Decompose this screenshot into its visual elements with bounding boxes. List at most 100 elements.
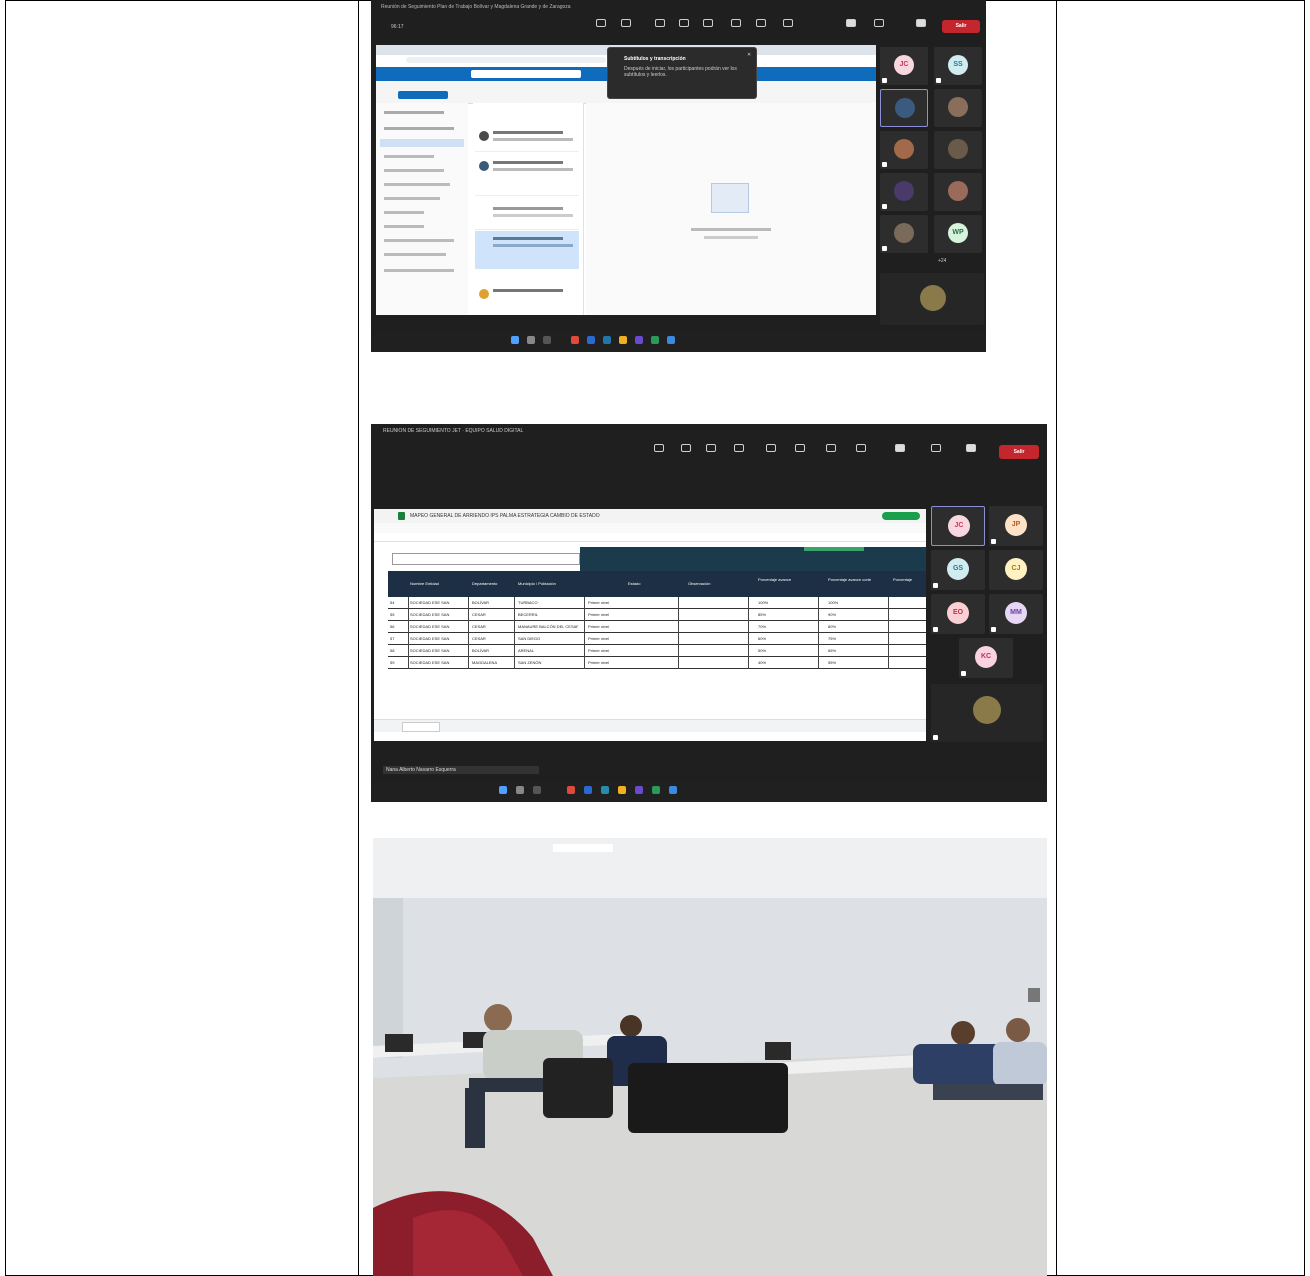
- table-row[interactable]: 55 SOCIEDAD ESE SAN CESAR BECERRIL Primer ni…: [388, 609, 926, 621]
- participant-tile[interactable]: [880, 215, 928, 253]
- table-cell[interactable]: CESAR: [472, 636, 510, 641]
- app-icon[interactable]: [635, 786, 643, 794]
- participant-tile[interactable]: [934, 131, 982, 169]
- table-cell[interactable]: ARENAL: [518, 648, 578, 653]
- view-button[interactable]: [766, 444, 776, 452]
- table-cell[interactable]: 59: [390, 660, 406, 665]
- column-header[interactable]: Departamento: [472, 581, 510, 586]
- column-header[interactable]: Porcentaje avance corte: [828, 577, 883, 582]
- table-cell[interactable]: 58: [390, 648, 406, 653]
- table-cell[interactable]: Primer nivel: [588, 660, 628, 665]
- table-cell[interactable]: BOLÍVAR: [472, 648, 510, 653]
- camera-button[interactable]: [895, 444, 905, 452]
- table-cell[interactable]: 65%: [828, 648, 883, 653]
- table-cell[interactable]: Primer nivel: [588, 600, 628, 605]
- list-item[interactable]: [475, 201, 579, 230]
- table-cell[interactable]: SAN ZENÓN: [518, 660, 578, 665]
- table-cell[interactable]: MAGDALENA: [472, 660, 510, 665]
- apps-button[interactable]: [756, 19, 766, 27]
- search-icon[interactable]: [516, 786, 524, 794]
- table-cell[interactable]: 100%: [828, 600, 883, 605]
- start-icon[interactable]: [511, 336, 519, 344]
- search-icon[interactable]: [527, 336, 535, 344]
- table-row[interactable]: 57 SOCIEDAD ESE SAN CESAR SAN DIEGO Primer n…: [388, 633, 926, 645]
- app-icon[interactable]: [567, 786, 575, 794]
- app-icon[interactable]: [669, 786, 677, 794]
- table-cell[interactable]: 50%: [758, 648, 813, 653]
- app-icon[interactable]: [635, 336, 643, 344]
- table-cell[interactable]: SOCIEDAD ESE SAN: [410, 660, 466, 665]
- app-icon[interactable]: [571, 336, 579, 344]
- raise-hand-button[interactable]: [655, 19, 665, 27]
- participant-tile[interactable]: JP: [989, 506, 1043, 546]
- app-icon[interactable]: [584, 786, 592, 794]
- table-cell[interactable]: BOLÍVAR: [472, 600, 510, 605]
- view-button[interactable]: [703, 19, 713, 27]
- start-icon[interactable]: [499, 786, 507, 794]
- app-icon[interactable]: [603, 336, 611, 344]
- table-cell[interactable]: SOCIEDAD ESE SAN: [410, 600, 466, 605]
- table-cell[interactable]: SOCIEDAD ESE SAN: [410, 624, 466, 629]
- participant-tile[interactable]: KC: [959, 638, 1013, 678]
- participant-tile[interactable]: SS: [934, 47, 982, 85]
- people-button[interactable]: [621, 19, 631, 27]
- column-header[interactable]: Municipio / Población: [518, 581, 578, 586]
- app-icon[interactable]: [652, 786, 660, 794]
- table-cell[interactable]: 90%: [828, 612, 883, 617]
- react-button[interactable]: [734, 444, 744, 452]
- list-item[interactable]: [475, 283, 579, 313]
- address-bar[interactable]: [406, 57, 606, 63]
- new-mail-button[interactable]: [398, 91, 448, 99]
- more-button[interactable]: [856, 444, 866, 452]
- table-cell[interactable]: SOCIEDAD ESE SAN: [410, 648, 466, 653]
- more-participants-count[interactable]: +24: [938, 258, 946, 264]
- close-icon[interactable]: ✕: [747, 52, 752, 58]
- list-item-selected[interactable]: [475, 231, 579, 269]
- table-cell[interactable]: Primer nivel: [588, 636, 628, 641]
- app-icon[interactable]: [587, 336, 595, 344]
- participant-tile[interactable]: [880, 173, 928, 211]
- app-icon[interactable]: [618, 786, 626, 794]
- table-cell[interactable]: 40%: [758, 660, 813, 665]
- participant-tile[interactable]: [934, 173, 982, 211]
- participant-tile-active[interactable]: [880, 89, 928, 127]
- table-row[interactable]: 59 SOCIEDAD ESE SAN MAGDALENA SAN ZENÓN Prim…: [388, 657, 926, 669]
- table-cell[interactable]: 55%: [828, 660, 883, 665]
- table-row[interactable]: 56 SOCIEDAD ESE SAN CESAR MANAURE BALCÓN DE…: [388, 621, 926, 633]
- table-cell[interactable]: CESAR: [472, 612, 510, 617]
- table-cell[interactable]: SOCIEDAD ESE SAN: [410, 612, 466, 617]
- table-cell[interactable]: Primer nivel: [588, 648, 628, 653]
- table-cell[interactable]: 60%: [758, 636, 813, 641]
- app-icon[interactable]: [533, 786, 541, 794]
- table-cell[interactable]: 100%: [758, 600, 813, 605]
- column-header[interactable]: Porcentaje: [893, 577, 926, 582]
- table-cell[interactable]: 56: [390, 624, 406, 629]
- search-input[interactable]: [471, 70, 581, 78]
- column-header[interactable]: Observación: [688, 581, 738, 586]
- table-cell[interactable]: Primer nivel: [588, 612, 628, 617]
- share-sheet-button[interactable]: [882, 512, 920, 520]
- table-cell[interactable]: 55: [390, 612, 406, 617]
- participant-tile[interactable]: [880, 131, 928, 169]
- participant-tile[interactable]: MM: [989, 594, 1043, 634]
- list-item[interactable]: [475, 125, 579, 152]
- app-icon[interactable]: [651, 336, 659, 344]
- sheet-tab[interactable]: [402, 722, 440, 732]
- table-cell[interactable]: SOCIEDAD ESE SAN: [410, 636, 466, 641]
- column-header[interactable]: Nombre Entidad: [410, 581, 466, 586]
- apps-button[interactable]: [826, 444, 836, 452]
- list-item[interactable]: [475, 155, 579, 196]
- participant-tile[interactable]: WP: [934, 215, 982, 253]
- react-button[interactable]: [679, 19, 689, 27]
- app-icon[interactable]: [601, 786, 609, 794]
- camera-button[interactable]: [846, 19, 856, 27]
- table-cell[interactable]: BECERRIL: [518, 612, 578, 617]
- share-button[interactable]: [916, 19, 926, 27]
- formula-bar[interactable]: [374, 533, 926, 542]
- share-button[interactable]: [966, 444, 976, 452]
- table-cell[interactable]: TURBACO: [518, 600, 578, 605]
- participant-tile[interactable]: [934, 89, 982, 127]
- app-icon[interactable]: [619, 336, 627, 344]
- table-row[interactable]: 58 SOCIEDAD ESE SAN BOLÍVAR ARENAL Primer ni…: [388, 645, 926, 657]
- raise-hand-button[interactable]: [706, 444, 716, 452]
